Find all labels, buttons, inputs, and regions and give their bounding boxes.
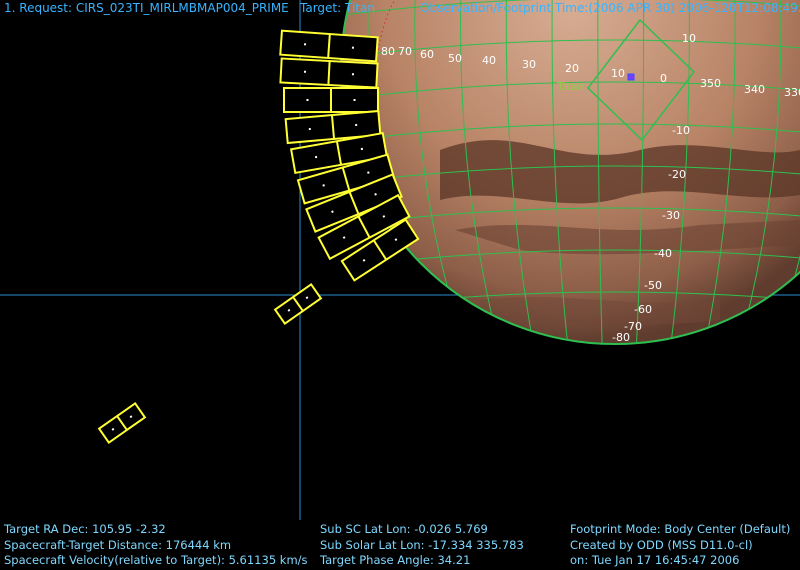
- observation-view: 8070 60 50 40 30 20 10 0 350 340 330 10 -10 -20 -30 -4…: [0, 0, 800, 520]
- footprint-box: [283, 87, 379, 113]
- longitude-label: 10: [611, 67, 625, 80]
- sub-solar-readout: Sub Solar Lat Lon: -17.334 335.783: [320, 537, 524, 552]
- latitude-label: -80: [612, 331, 630, 344]
- target-label: Titan: [556, 80, 584, 93]
- longitude-label: 70: [398, 45, 412, 58]
- footprint-box: [97, 402, 147, 444]
- sub-sc-readout: Sub SC Lat Lon: -0.026 5.769: [320, 522, 488, 536]
- target-title: Target: Titan: [300, 1, 375, 15]
- latitude-label: -60: [634, 303, 652, 316]
- longitude-label: 60: [420, 48, 434, 61]
- longitude-label: 0: [660, 72, 667, 85]
- info-block-left: Target RA Dec: 105.95 -2.32 Spacecraft-T…: [4, 522, 308, 569]
- created-on-readout: on: Tue Jan 17 16:45:47 2006: [570, 553, 740, 567]
- request-label: 1. Request: CIRS_023TI_MIRLMBMAP004_PRIM…: [4, 1, 289, 15]
- latitude-label: -10: [672, 124, 690, 137]
- latitude-label: -40: [654, 247, 672, 260]
- longitude-label: 340: [744, 83, 765, 96]
- longitude-label: 30: [522, 58, 536, 71]
- longitude-label: 80: [381, 45, 395, 58]
- observation-time: Observation/Footprint Time:(2006 APR 30)…: [420, 1, 800, 15]
- latitude-label: -50: [644, 279, 662, 292]
- longitude-label: 20: [565, 62, 579, 75]
- latitude-label: -20: [668, 168, 686, 181]
- created-by-readout: Created by ODD (MSS D11.0-cl): [570, 537, 753, 552]
- instrument-footprints: [97, 29, 420, 444]
- latitude-label: -30: [662, 209, 680, 222]
- phase-angle-readout: Target Phase Angle: 34.21: [320, 553, 471, 567]
- longitude-label: 330: [784, 86, 800, 99]
- latitude-label: 10: [682, 32, 696, 45]
- ra-dec-readout: Target RA Dec: 105.95 -2.32: [4, 522, 166, 536]
- info-block-right: Footprint Mode: Body Center (Default) Cr…: [570, 522, 790, 569]
- velocity-readout: Spacecraft Velocity(relative to Target):…: [4, 553, 308, 567]
- footprint-box: [279, 57, 379, 89]
- subspacecraft-marker: [627, 73, 635, 81]
- distance-readout: Spacecraft-Target Distance: 176444 km: [4, 537, 232, 552]
- info-block-middle: Sub SC Lat Lon: -0.026 5.769 Sub Solar L…: [320, 522, 524, 569]
- longitude-label: 40: [482, 54, 496, 67]
- footprint-box: [273, 283, 323, 325]
- footprint-mode-readout: Footprint Mode: Body Center (Default): [570, 522, 791, 536]
- longitude-label: 350: [700, 77, 721, 90]
- longitude-label: 50: [448, 52, 462, 65]
